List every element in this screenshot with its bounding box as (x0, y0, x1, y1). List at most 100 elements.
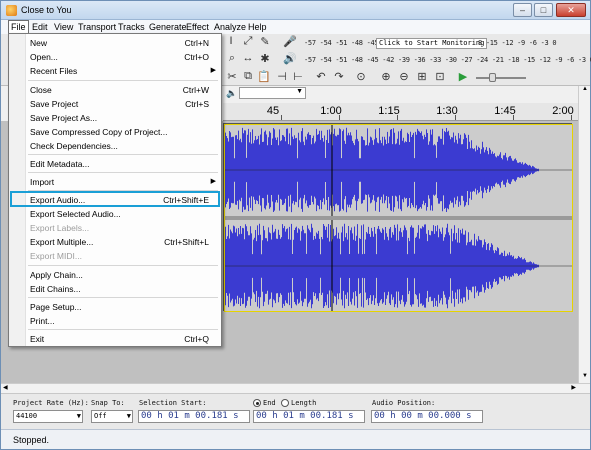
scroll-down-icon[interactable]: ▼ (580, 373, 590, 383)
menu-item-exit[interactable]: Exit Ctrl+Q (9, 333, 221, 346)
menu-item-label: Open... (30, 52, 58, 62)
menu-item-label: Import (30, 177, 55, 187)
menu-item-label: Edit Metadata... (30, 159, 90, 169)
play-speed-slider[interactable] (476, 77, 526, 79)
menu-item-label: Edit Chains... (30, 284, 81, 294)
redo-icon[interactable]: ↷ (332, 70, 346, 83)
menu-separator (28, 297, 218, 298)
menu-generate[interactable]: Generate (147, 21, 189, 33)
timeshift-tool-icon[interactable]: ↔ (241, 52, 255, 64)
menu-separator (28, 80, 218, 81)
menu-item-label: Exit (30, 334, 45, 344)
menu-edit[interactable]: Edit (30, 21, 50, 33)
length-label: Length (291, 399, 317, 407)
minimize-button[interactable]: – (513, 3, 532, 17)
scroll-right-icon[interactable]: ▶ (571, 384, 576, 391)
audio-position-label: Audio Position: (372, 399, 436, 407)
menu-item-label: Export Multiple... (30, 237, 94, 247)
zoom-out-icon[interactable]: ⊖ (397, 70, 411, 83)
audio-host-speaker-icon: 🔈 (226, 88, 238, 98)
menu-item-label: Page Setup... (30, 302, 82, 312)
chevron-down-icon: ▼ (296, 88, 303, 95)
radio-dot (256, 402, 259, 405)
zoom-tool-icon[interactable]: ⌕ (225, 52, 239, 65)
zoom-in-icon[interactable]: ⊕ (379, 70, 393, 83)
fit-selection-icon[interactable]: ⊞ (415, 70, 429, 83)
audio-device-select[interactable]: ▼ (239, 87, 306, 99)
close-button[interactable]: ✕ (556, 3, 586, 17)
menu-item-close[interactable]: Close Ctrl+W (9, 84, 221, 97)
menu-item-open[interactable]: Open... Ctrl+O (9, 51, 221, 64)
menu-item-new[interactable]: New Ctrl+N (9, 37, 221, 50)
menu-item-edit-chains[interactable]: Edit Chains... (9, 283, 221, 296)
cut-icon[interactable]: ✂ (225, 70, 239, 83)
snap-to-value: Off (94, 412, 107, 420)
menu-item-import[interactable]: Import ▶ (9, 176, 221, 189)
menu-item-export-labels: Export Labels... (9, 222, 221, 235)
menu-item-recent-files[interactable]: Recent Files ▶ (9, 65, 221, 78)
menu-tracks[interactable]: Tracks (116, 21, 147, 33)
trim-icon[interactable]: ⊣ (275, 70, 289, 83)
microphone-icon[interactable]: 🎤 (283, 35, 297, 48)
menu-item-shortcut: Ctrl+W (182, 85, 209, 95)
envelope-tool-icon[interactable]: ⤢ (241, 35, 255, 48)
silence-icon[interactable]: ⊢ (291, 70, 305, 83)
length-radio[interactable] (281, 399, 289, 407)
play-speed-thumb[interactable] (489, 73, 496, 82)
sync-lock-icon[interactable]: ⊙ (354, 70, 368, 83)
audio-position-field[interactable]: 00 h 00 m 00.000 s (371, 410, 483, 423)
snap-to-label: Snap To: (91, 399, 125, 407)
speaker-icon[interactable]: 🔊 (283, 52, 297, 65)
selection-tool-icon[interactable]: I (225, 35, 237, 47)
menu-file[interactable]: File (8, 20, 29, 34)
scroll-up-icon[interactable]: ▲ (580, 86, 590, 96)
menu-analyze[interactable]: Analyze (212, 21, 248, 33)
menu-view[interactable]: View (52, 21, 75, 33)
end-radio[interactable] (253, 399, 261, 407)
menu-help[interactable]: Help (246, 21, 269, 33)
paste-icon[interactable]: 📋 (257, 70, 271, 83)
menu-item-check-dependencies[interactable]: Check Dependencies... (9, 140, 221, 153)
undo-icon[interactable]: ↶ (314, 70, 328, 83)
menu-item-label: Save Project As... (30, 113, 98, 123)
selection-end-field[interactable]: 00 h 01 m 00.181 s (253, 410, 365, 423)
title-bar: Close to You – □ ✕ (1, 1, 590, 20)
menu-item-label: Close (30, 85, 52, 95)
menu-item-label: New (30, 38, 48, 48)
menu-item-save-project-as[interactable]: Save Project As... (9, 112, 221, 125)
click-to-start-monitoring[interactable]: Click to Start Monitoring (376, 38, 488, 49)
menu-separator (28, 154, 218, 155)
menu-item-shortcut: Ctrl+N (184, 38, 209, 48)
project-rate-select[interactable]: 44100 ▼ (13, 410, 83, 423)
menu-transport[interactable]: Transport (76, 21, 118, 33)
scroll-left-icon[interactable]: ◀ (3, 384, 8, 391)
waveform[interactable] (224, 124, 573, 312)
maximize-button[interactable]: □ (534, 3, 553, 17)
copy-icon[interactable]: ⧉ (241, 70, 255, 83)
multi-tool-icon[interactable]: ✱ (258, 52, 272, 65)
audio-track[interactable] (223, 123, 573, 312)
draw-tool-icon[interactable]: ✎ (258, 35, 272, 48)
menu-item-label: Apply Chain... (30, 270, 83, 280)
project-rate-value: 44100 (16, 412, 38, 420)
menu-effect[interactable]: Effect (184, 21, 211, 33)
menu-item-export-multiple[interactable]: Export Multiple... Ctrl+Shift+L (9, 236, 221, 249)
snap-to-select[interactable]: Off ▼ (91, 410, 133, 423)
fit-project-icon[interactable]: ⊡ (433, 70, 447, 83)
menu-item-edit-metadata[interactable]: Edit Metadata... (9, 158, 221, 171)
menu-gutter (9, 34, 26, 346)
vertical-scrollbar[interactable]: ▲ ▼ (578, 86, 590, 383)
play-at-speed-icon[interactable]: ▶ (456, 70, 470, 83)
horizontal-scrollbar[interactable]: ◀ ▶ (1, 383, 590, 393)
menu-item-print[interactable]: Print... (9, 315, 221, 328)
menu-item-save-project[interactable]: Save Project Ctrl+S (9, 98, 221, 111)
menu-item-export-selected-audio[interactable]: Export Selected Audio... (9, 208, 221, 221)
menu-item-apply-chain[interactable]: Apply Chain... (9, 269, 221, 282)
menu-item-page-setup[interactable]: Page Setup... (9, 301, 221, 314)
status-text: Stopped. (13, 435, 50, 445)
project-rate-label: Project Rate (Hz): (13, 399, 89, 407)
menu-item-label: Export Labels... (30, 223, 90, 233)
selection-start-field[interactable]: 00 h 01 m 00.181 s (138, 410, 250, 423)
menu-item-save-compressed-copy-of-project[interactable]: Save Compressed Copy of Project... (9, 126, 221, 139)
timeline-ruler[interactable]: 45 1:00 1:15 1:30 1:45 2:00 (223, 103, 578, 121)
